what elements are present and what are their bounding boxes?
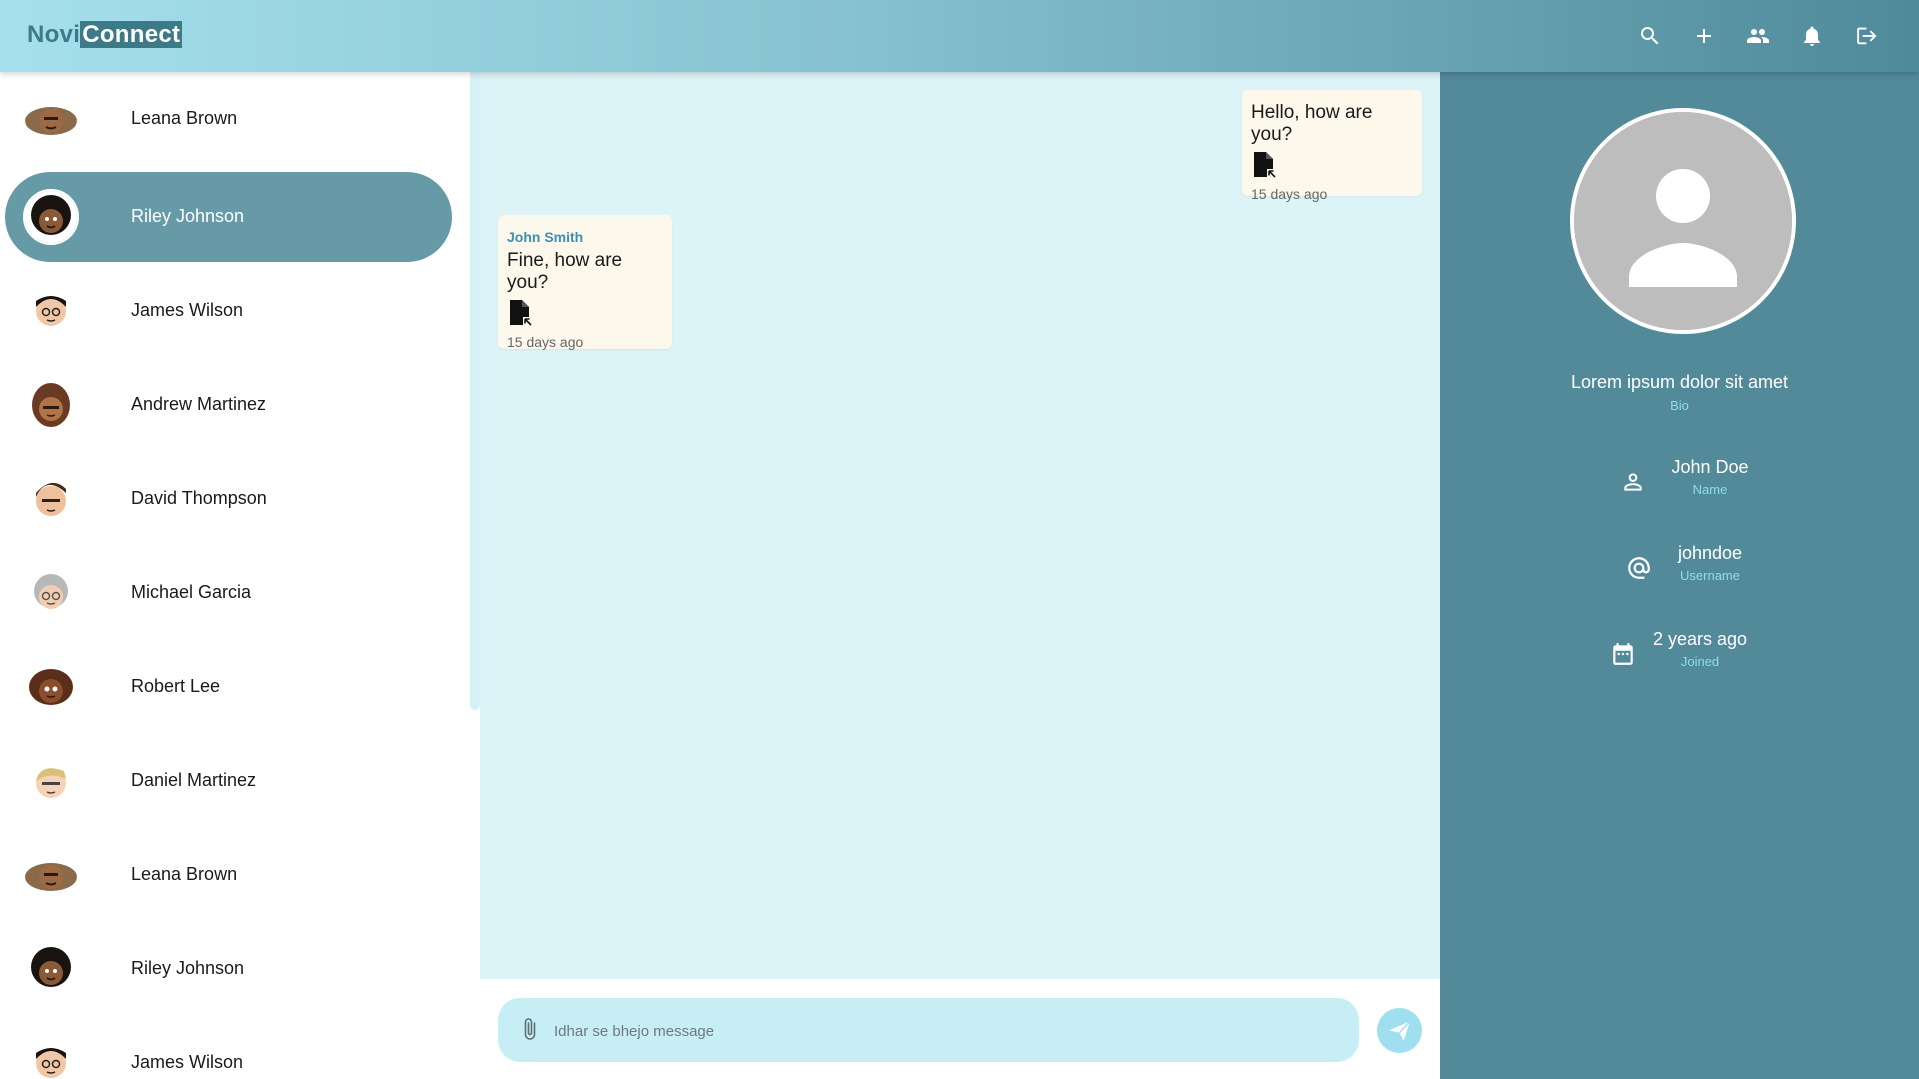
paperclip-icon[interactable] — [518, 1017, 542, 1043]
sidebar-scrollbar-thumb[interactable] — [470, 72, 480, 710]
contact-name: James Wilson — [131, 1052, 244, 1072]
contact-item[interactable]: Robert Lee — [5, 642, 452, 732]
profile-joined-label: Joined — [1680, 654, 1720, 669]
logo-text-novi: Novi — [27, 21, 81, 48]
send-button[interactable] — [1377, 1008, 1422, 1053]
avatar — [25, 567, 77, 619]
avatar — [25, 943, 77, 995]
profile-username: johndoe — [1677, 543, 1743, 563]
contact-item[interactable]: Leana Brown — [5, 830, 452, 920]
avatar — [25, 379, 77, 431]
profile-name-label: Name — [1692, 482, 1728, 497]
avatar — [25, 849, 77, 901]
contact-item[interactable]: James Wilson — [5, 1018, 452, 1079]
contact-item[interactable]: Andrew Martinez — [5, 360, 452, 450]
chat-messages-area: Hello, how are you? 15 days ago John Smi… — [480, 72, 1440, 979]
profile-name-row: John Doe Name — [1440, 457, 1919, 507]
app-logo[interactable]: NoviConnect — [27, 21, 183, 48]
contact-item[interactable]: David Thompson — [5, 454, 452, 544]
search-icon[interactable] — [1638, 24, 1662, 48]
add-icon[interactable] — [1692, 24, 1716, 48]
contact-item[interactable]: Riley Johnson — [5, 924, 452, 1014]
profile-joined-row: 2 years ago Joined — [1440, 629, 1919, 679]
contact-item[interactable]: James Wilson — [5, 266, 452, 356]
group-icon[interactable] — [1746, 24, 1770, 48]
avatar — [25, 1037, 77, 1079]
message-composer — [498, 998, 1359, 1062]
avatar — [25, 755, 77, 807]
profile-username-row: johndoe Username — [1440, 543, 1919, 593]
contact-name: Robert Lee — [131, 676, 221, 696]
logo-text-connect: Connect — [80, 21, 183, 48]
contact-name: Leana Brown — [131, 108, 238, 128]
profile-panel: Lorem ipsum dolor sit amet Bio John Doe … — [1440, 72, 1919, 1079]
contact-name: Michael Garcia — [131, 582, 252, 602]
notification-bell-icon[interactable] — [1800, 24, 1824, 48]
contact-item-active[interactable]: Riley Johnson — [5, 172, 452, 262]
contact-item[interactable]: Daniel Martinez — [5, 736, 452, 826]
contact-item[interactable]: Leana Brown — [5, 74, 452, 164]
profile-avatar[interactable] — [1570, 108, 1796, 334]
profile-bio: Lorem ipsum dolor sit amet — [1570, 372, 1789, 392]
message-bubble-outgoing[interactable]: Hello, how are you? 15 days ago — [1242, 90, 1422, 202]
app-header: NoviConnect — [0, 0, 1919, 72]
contact-name: David Thompson — [131, 488, 267, 508]
contact-name: Leana Brown — [131, 864, 238, 884]
message-bubble-incoming[interactable]: John Smith Fine, how are you? 15 days ag… — [498, 215, 672, 350]
contact-name: Riley Johnson — [131, 958, 245, 978]
message-sender[interactable]: John Smith — [507, 229, 663, 245]
message-input[interactable] — [552, 1012, 1336, 1050]
file-attachment-icon[interactable] — [1251, 151, 1277, 179]
contact-name: Daniel Martinez — [131, 770, 257, 790]
file-attachment-icon[interactable] — [507, 299, 533, 327]
contact-name: Andrew Martinez — [131, 394, 267, 414]
profile-bio-label: Bio — [1670, 398, 1689, 413]
send-icon — [1389, 1020, 1411, 1041]
avatar — [25, 473, 77, 525]
message-timestamp: 15 days ago — [1251, 186, 1328, 202]
profile-name: John Doe — [1671, 457, 1749, 477]
avatar — [25, 93, 77, 145]
profile-joined: 2 years ago — [1652, 629, 1748, 649]
avatar — [23, 189, 79, 245]
message-text: Fine, how are you? — [507, 250, 623, 293]
avatar — [25, 661, 77, 713]
default-user-icon — [1574, 112, 1792, 330]
avatar — [25, 285, 77, 337]
contact-name: Riley Johnson — [131, 206, 245, 226]
contact-item[interactable]: Michael Garcia — [5, 548, 452, 638]
contact-name: James Wilson — [131, 300, 244, 320]
contact-list: Leana Brown Riley Johnson James Wilson A… — [0, 72, 470, 1079]
message-text: Hello, how are you? — [1251, 102, 1373, 145]
profile-username-label: Username — [1680, 568, 1740, 583]
logout-icon[interactable] — [1854, 24, 1878, 48]
message-timestamp: 15 days ago — [507, 334, 584, 350]
